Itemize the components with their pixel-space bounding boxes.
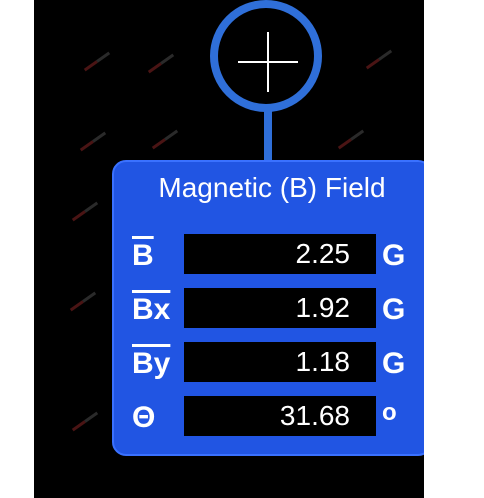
field-needle-icon — [337, 129, 365, 150]
meter-row-bx: Bx 1.92 G — [114, 288, 424, 332]
field-needle-icon — [365, 49, 393, 70]
probe-ring[interactable] — [210, 0, 322, 112]
field-needle-icon — [71, 201, 99, 222]
value-readout: 1.92 — [184, 288, 376, 328]
field-needle-icon — [83, 51, 111, 72]
unit-label: o — [382, 399, 397, 426]
simulation-canvas[interactable]: Magnetic (B) Field B 2.25 G Bx 1.92 G By… — [34, 0, 424, 498]
field-needle-icon — [71, 411, 99, 432]
field-meter-panel[interactable]: Magnetic (B) Field B 2.25 G Bx 1.92 G By… — [112, 160, 424, 456]
unit-label: G — [382, 293, 406, 326]
symbol-label: Θ — [132, 401, 156, 434]
meter-row-by: By 1.18 G — [114, 342, 424, 386]
value-readout: 1.18 — [184, 342, 376, 382]
crosshair-icon — [267, 32, 269, 92]
value-readout: 31.68 — [184, 396, 376, 436]
meter-row-theta: Θ 31.68 o — [114, 396, 424, 440]
meter-row-b: B 2.25 G — [114, 234, 424, 278]
field-needle-icon — [151, 129, 179, 150]
field-needle-icon — [69, 291, 97, 312]
value-readout: 2.25 — [184, 234, 376, 274]
symbol-label: Bx — [132, 293, 171, 326]
unit-label: G — [382, 347, 406, 380]
field-needle-icon — [147, 53, 175, 74]
panel-title: Magnetic (B) Field — [158, 172, 386, 203]
symbol-label: B — [132, 239, 154, 272]
unit-label: G — [382, 239, 406, 272]
field-needle-icon — [79, 131, 107, 152]
symbol-label: By — [132, 347, 171, 380]
